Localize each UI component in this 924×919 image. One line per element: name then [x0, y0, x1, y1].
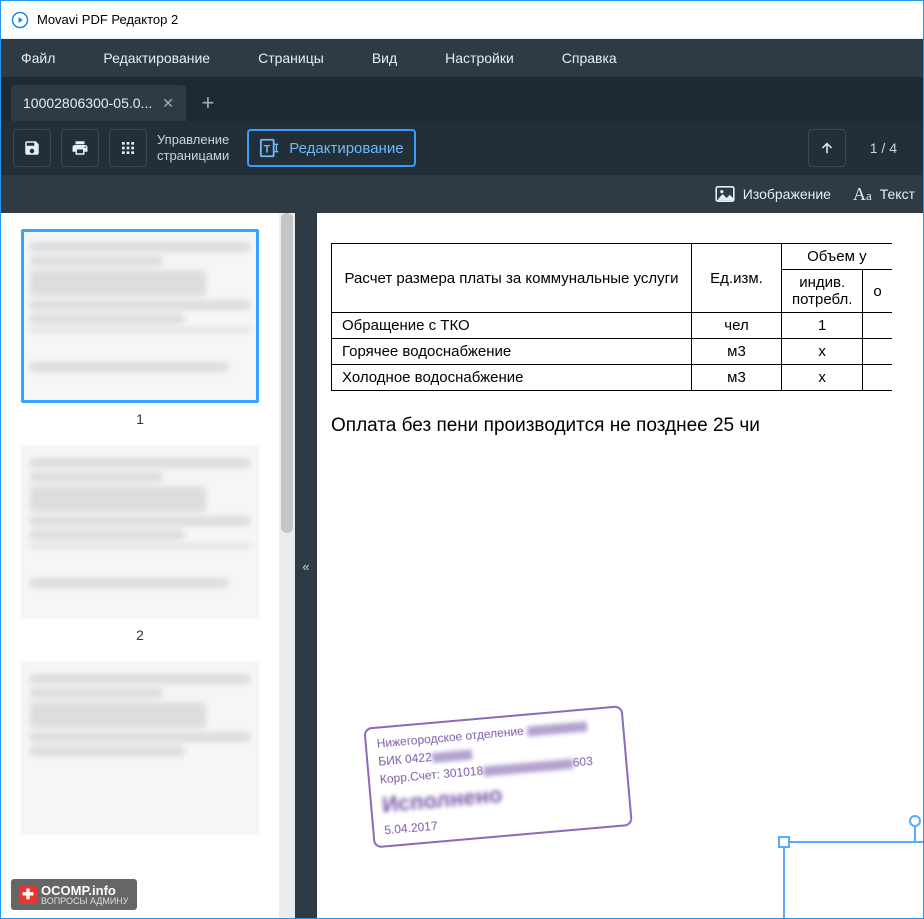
insert-image-button[interactable]: Изображение: [715, 186, 831, 202]
save-button[interactable]: [13, 129, 51, 167]
grid-icon: [120, 140, 136, 156]
thumbnail-sidebar: 1 2: [1, 213, 279, 919]
resize-handle-tl[interactable]: [778, 836, 790, 848]
page-thumbnail-3[interactable]: [21, 661, 259, 835]
chevron-left-icon: «: [302, 559, 309, 574]
table-row: Горячее водоснабжением3х: [332, 339, 892, 365]
print-button[interactable]: [61, 129, 99, 167]
menu-help[interactable]: Справка: [562, 50, 617, 66]
page-thumbnail-2[interactable]: [21, 445, 259, 619]
app-logo-icon: [11, 11, 29, 29]
edit-mode-button[interactable]: T Редактирование: [247, 129, 415, 167]
table-row: Холодное водоснабжением3х: [332, 365, 892, 391]
menu-view[interactable]: Вид: [372, 50, 397, 66]
sidebar-scrollbar[interactable]: [279, 213, 295, 919]
titlebar: Movavi PDF Редактор 2: [1, 1, 923, 39]
page-thumbnail-1[interactable]: [21, 229, 259, 403]
col-unit: Ед.изм.: [692, 244, 782, 313]
collapse-sidebar-button[interactable]: «: [295, 213, 317, 919]
document-viewport[interactable]: Расчет размера платы за коммунальные усл…: [317, 213, 923, 919]
svg-text:T: T: [264, 144, 271, 156]
payment-notice: Оплата без пени производится не позднее …: [331, 415, 923, 437]
selection-box[interactable]: [783, 841, 923, 919]
utility-table: Расчет размера платы за коммунальные усл…: [331, 243, 892, 391]
image-icon: [715, 186, 735, 202]
col-ob: о: [863, 270, 892, 313]
grid-button[interactable]: [109, 129, 147, 167]
tabbar: 10002806300-05.0... ✕ +: [1, 77, 923, 121]
edit-subtoolbar: Изображение Aa Текст: [1, 175, 923, 213]
save-icon: [23, 139, 41, 157]
menu-pages[interactable]: Страницы: [258, 50, 324, 66]
col-service: Расчет размера платы за коммунальные усл…: [332, 244, 692, 313]
page-counter: 1 / 4: [870, 140, 897, 156]
tab-label: 10002806300-05.0...: [23, 95, 152, 111]
upload-icon: [818, 139, 836, 157]
document-tab[interactable]: 10002806300-05.0... ✕: [11, 85, 186, 121]
menu-file[interactable]: Файл: [21, 50, 55, 66]
text-edit-icon: T: [259, 137, 281, 159]
text-icon: Aa: [853, 184, 872, 205]
col-indiv: индив.потребл.: [782, 270, 863, 313]
app-window: Movavi PDF Редактор 2 Файл Редактировани…: [0, 0, 924, 919]
watermark-badge: ✚ OCOMP.info ВОПРОСЫ АДМИНУ: [11, 879, 137, 910]
scrollbar-thumb[interactable]: [281, 213, 293, 533]
table-row: Обращение с ТКОчел1: [332, 313, 892, 339]
col-volume: Объем у: [782, 244, 892, 270]
menu-settings[interactable]: Настройки: [445, 50, 514, 66]
menu-edit[interactable]: Редактирование: [103, 50, 210, 66]
plus-icon: ✚: [19, 886, 37, 904]
thumb-number-2: 2: [11, 627, 269, 643]
share-button[interactable]: [808, 129, 846, 167]
thumb-number-1: 1: [11, 411, 269, 427]
app-title: Movavi PDF Редактор 2: [37, 12, 178, 27]
print-icon: [71, 139, 89, 157]
menubar: Файл Редактирование Страницы Вид Настрой…: [1, 39, 923, 77]
bank-stamp: Нижегородское отделение БИК 0422 Корр.Сч…: [363, 705, 633, 848]
close-icon[interactable]: ✕: [162, 95, 174, 112]
insert-text-button[interactable]: Aa Текст: [853, 184, 915, 205]
manage-pages-label: Управлениестраницами: [157, 132, 229, 163]
toolbar: Управлениестраницами T Редактирование 1 …: [1, 121, 923, 175]
add-tab-button[interactable]: +: [190, 85, 226, 121]
content-area: 1 2 « Расчет размера платы за: [1, 213, 923, 919]
rotate-handle[interactable]: [909, 815, 921, 827]
